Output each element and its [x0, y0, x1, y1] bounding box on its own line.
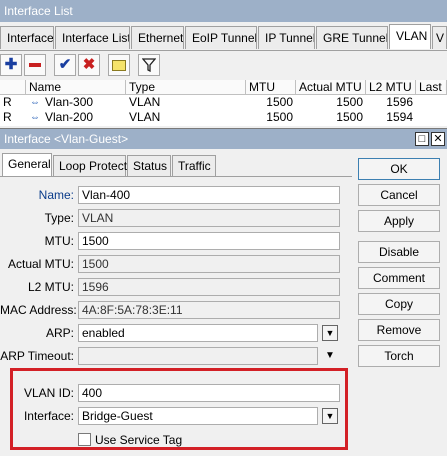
actual-mtu-field: 1500 [78, 255, 340, 273]
tab-eoip-tunnel[interactable]: EoIP Tunnel [185, 26, 257, 49]
row-type: VLAN [129, 95, 161, 109]
row-mtu: 1500 [266, 110, 293, 124]
row-flag: R [3, 95, 12, 109]
close-icon[interactable]: ✕ [431, 132, 445, 146]
type-label: Type: [44, 211, 74, 225]
filter-icon[interactable] [138, 54, 160, 76]
torch-button[interactable]: Torch [358, 345, 440, 367]
row-l2-mtu: 1594 [386, 110, 413, 124]
highlight-box [10, 368, 348, 450]
arp-select[interactable]: enabled [78, 324, 318, 342]
row-actual-mtu: 1500 [336, 110, 363, 124]
actual-mtu-label: Actual MTU: [7, 257, 74, 271]
disable-icon[interactable]: ✖ [78, 54, 100, 76]
column-header-name[interactable]: Name [26, 80, 126, 95]
tab-interface[interactable]: Interface [0, 26, 54, 49]
row-type: VLAN [129, 110, 161, 124]
mtu-field[interactable]: 1500 [78, 232, 340, 250]
interface-table: Name Type MTU Actual MTU L2 MTU Last L R… [0, 80, 447, 126]
column-header-mtu[interactable]: MTU [246, 80, 296, 95]
type-field: VLAN [78, 209, 340, 227]
arp-label: ARP: [45, 326, 74, 340]
arp-timeout-expand-icon[interactable]: ▼ [325, 347, 335, 365]
vlan-interface-icon: ⇔ [30, 97, 40, 108]
name-field[interactable]: Vlan-400 [78, 186, 340, 204]
cancel-button[interactable]: Cancel [358, 184, 440, 206]
add-icon[interactable]: ✚ [0, 54, 22, 76]
tab-ip-tunnel[interactable]: IP Tunnel [258, 26, 315, 49]
remove-icon[interactable] [24, 54, 46, 76]
tab-interface-list[interactable]: Interface List [55, 26, 130, 49]
mac-address-field: 4A:8F:5A:78:3E:11 [78, 301, 340, 319]
mtu-label: MTU: [44, 234, 74, 248]
row-name: Vlan-300 [45, 95, 94, 109]
arp-dropdown-icon[interactable]: ▼ [322, 325, 338, 341]
copy-button[interactable]: Copy [358, 293, 440, 315]
tab-gre-tunnel[interactable]: GRE Tunnel [316, 26, 388, 49]
tab-loop-protect[interactable]: Loop Protect [53, 155, 127, 176]
comment-button[interactable]: Comment [358, 267, 440, 289]
row-actual-mtu: 1500 [336, 95, 363, 109]
toolbar: ✚ ✔ ✖ [0, 52, 447, 78]
maximize-icon[interactable]: □ [415, 132, 429, 146]
arp-timeout-label: ARP Timeout: [0, 349, 74, 363]
disable-button[interactable]: Disable [358, 241, 440, 263]
column-header-last[interactable]: Last L [416, 80, 447, 95]
dialog-title: Interface <Vlan-Guest> □ ✕ [0, 129, 447, 149]
column-header-type[interactable]: Type [126, 80, 246, 95]
l2-mtu-label: L2 MTU: [27, 280, 74, 294]
row-flag: R [3, 110, 12, 124]
tab-ethernet[interactable]: Ethernet [131, 26, 184, 49]
row-mtu: 1500 [266, 95, 293, 109]
column-header-flag[interactable] [0, 80, 26, 95]
tab-traffic[interactable]: Traffic [172, 155, 216, 176]
tab-status[interactable]: Status [127, 155, 171, 176]
enable-icon[interactable]: ✔ [54, 54, 76, 76]
row-name: Vlan-200 [45, 110, 94, 124]
ok-button[interactable]: OK [358, 158, 440, 180]
l2-mtu-field: 1596 [78, 278, 340, 296]
tab-overflow[interactable]: V [432, 26, 447, 49]
mac-address-label: MAC Address: [0, 303, 77, 317]
arp-timeout-field[interactable] [78, 347, 318, 365]
name-label: Name: [38, 188, 74, 202]
vlan-interface-icon: ⇔ [30, 112, 40, 123]
tab-vlan[interactable]: VLAN [389, 24, 431, 49]
row-l2-mtu: 1596 [386, 95, 413, 109]
tab-general[interactable]: General [2, 153, 52, 177]
column-header-l2-mtu[interactable]: L2 MTU [366, 80, 416, 95]
tab-bar: Interface Interface List Ethernet EoIP T… [0, 24, 447, 51]
window-title: Interface List [0, 0, 447, 22]
comment-icon[interactable] [108, 54, 130, 76]
apply-button[interactable]: Apply [358, 210, 440, 232]
column-header-actual-mtu[interactable]: Actual MTU [296, 80, 366, 95]
remove-button[interactable]: Remove [358, 319, 440, 341]
dialog-title-text: Interface <Vlan-Guest> [4, 132, 129, 146]
